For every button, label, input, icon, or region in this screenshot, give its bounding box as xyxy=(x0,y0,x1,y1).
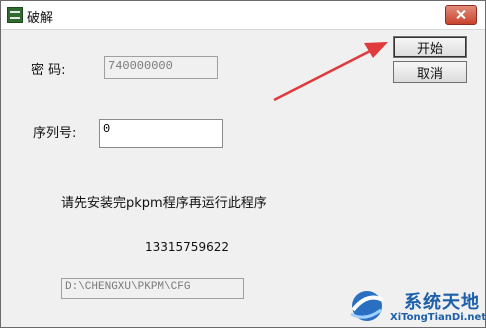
password-field[interactable]: 740000000 xyxy=(104,56,218,79)
crack-dialog-window: 破解 开始 取消 密 码: 740000000 序列号: 0 请先安装完pkpm… xyxy=(0,0,486,328)
close-button[interactable] xyxy=(445,5,477,25)
watermark-site: XiTongTianDi.net xyxy=(390,312,486,323)
phone-number: 13315759622 xyxy=(145,240,229,254)
password-label: 密 码: xyxy=(31,63,66,78)
app-icon xyxy=(7,7,23,23)
window-title: 破解 xyxy=(27,11,54,26)
path-field: D:\CHENGXU\PKPM\CFG xyxy=(61,278,244,299)
cancel-button[interactable]: 取消 xyxy=(393,61,467,83)
blue-swirl-logo-icon xyxy=(350,291,384,321)
watermark-brand: 系统天地 xyxy=(404,292,480,313)
serial-label: 序列号: xyxy=(33,126,77,141)
install-message: 请先安装完pkpm程序再运行此程序 xyxy=(61,196,267,211)
serial-input[interactable]: 0 xyxy=(99,119,223,148)
start-button[interactable]: 开始 xyxy=(393,36,467,58)
title-bar: 破解 xyxy=(1,1,485,30)
